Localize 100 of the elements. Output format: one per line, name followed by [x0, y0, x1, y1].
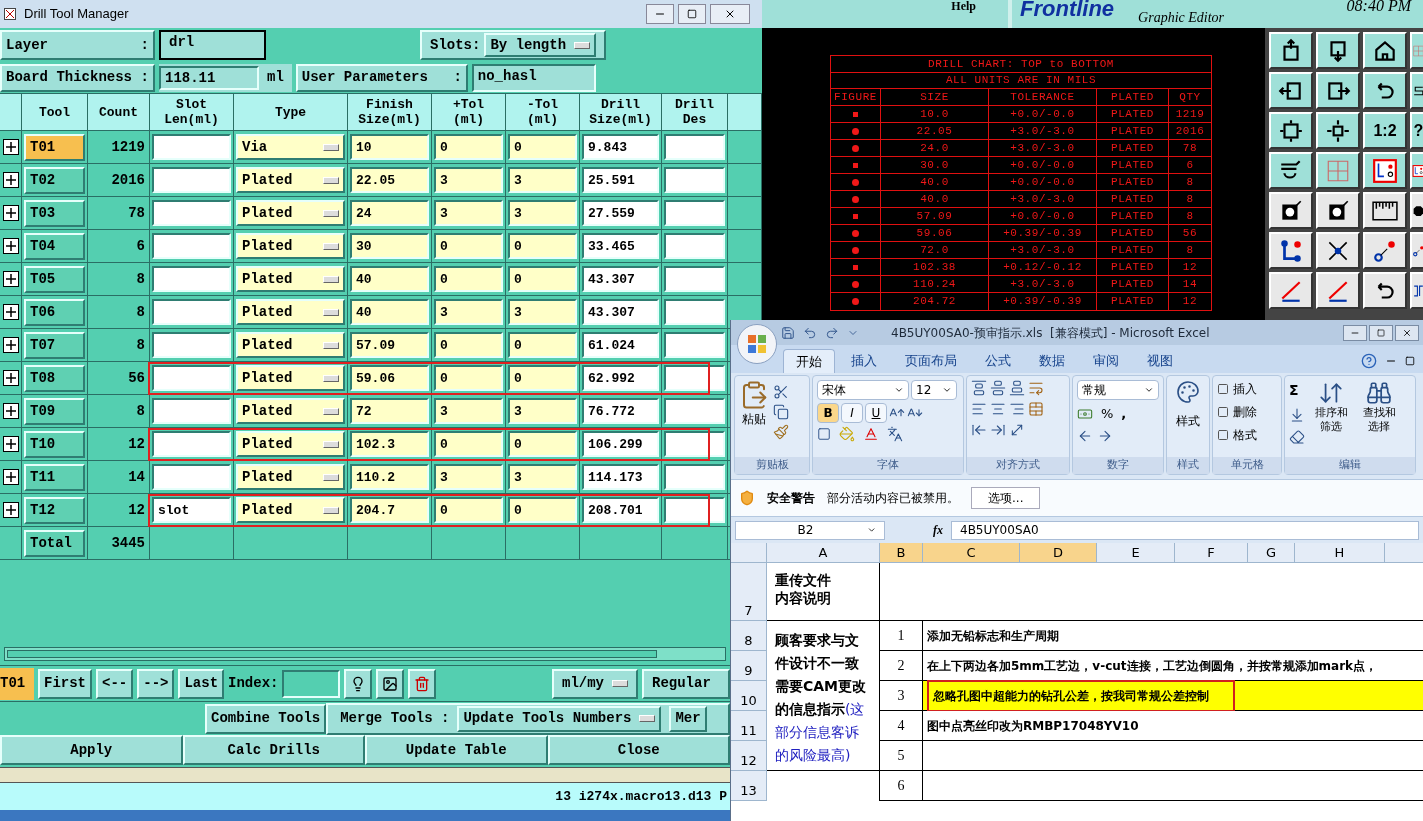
tool-button[interactable]: T06: [24, 298, 85, 326]
percent-button[interactable]: %: [1101, 404, 1114, 424]
comma-button[interactable]: ,: [1121, 404, 1127, 424]
toolbar-button[interactable]: [1269, 152, 1313, 189]
action-button[interactable]: Apply: [0, 735, 183, 765]
toolbar-button[interactable]: [1410, 72, 1423, 109]
expand-icon[interactable]: [2, 271, 19, 287]
slot-length-field[interactable]: [152, 167, 231, 193]
slot-length-field[interactable]: [152, 332, 231, 358]
find-select-button[interactable]: 查找和选择: [1361, 406, 1397, 434]
phonetic-icon[interactable]: [887, 426, 903, 442]
drill-description-field[interactable]: [664, 398, 725, 424]
slot-length-field[interactable]: [152, 464, 231, 490]
row-header[interactable]: 12: [731, 741, 767, 771]
styles-button[interactable]: 样式: [1176, 412, 1200, 430]
toolbar-button[interactable]: [1316, 72, 1360, 109]
tool-button[interactable]: T09: [24, 397, 85, 425]
finish-size-field[interactable]: 72: [350, 398, 429, 424]
toolbar-button[interactable]: [1269, 32, 1313, 69]
drill-description-field[interactable]: [664, 299, 725, 325]
action-button[interactable]: Close: [547, 735, 730, 765]
sort-filter-icon[interactable]: [1318, 380, 1344, 406]
combine-tools-button[interactable]: Combine Tools: [205, 703, 327, 734]
column-header[interactable]: D: [1020, 543, 1097, 562]
finish-size-field[interactable]: 40: [350, 266, 429, 292]
minus-tolerance-field[interactable]: 0: [508, 365, 577, 391]
tool-button[interactable]: T02: [24, 166, 85, 194]
tool-button[interactable]: T05: [24, 265, 85, 293]
toolbar-button[interactable]: [1316, 232, 1360, 269]
sort-filter-button[interactable]: 排序和筛选: [1313, 406, 1349, 434]
drill-size-field[interactable]: 9.843: [582, 134, 659, 160]
lightbulb-button[interactable]: [344, 668, 373, 699]
tool-button[interactable]: T04: [24, 232, 85, 260]
type-dropdown[interactable]: Plated: [236, 233, 345, 259]
layer-field[interactable]: drl: [159, 30, 266, 60]
delete-button[interactable]: [408, 668, 437, 699]
column-header[interactable]: E: [1097, 543, 1175, 562]
toolbar-button[interactable]: 1:2: [1363, 112, 1407, 149]
type-dropdown[interactable]: Via: [236, 134, 345, 160]
slot-length-field[interactable]: [152, 365, 231, 391]
column-header[interactable]: F: [1175, 543, 1248, 562]
plus-tolerance-field[interactable]: 3: [434, 398, 503, 424]
square-icon[interactable]: [687, 9, 697, 19]
type-dropdown[interactable]: Plated: [236, 365, 345, 391]
align-middle-icon[interactable]: [990, 380, 1006, 396]
align-left-icon[interactable]: [971, 401, 987, 417]
minus-tolerance-field[interactable]: 3: [508, 200, 577, 226]
maximize-button[interactable]: [678, 4, 706, 24]
expand-icon[interactable]: [2, 337, 19, 353]
slot-length-field[interactable]: slot: [152, 497, 231, 523]
ribbon-tab[interactable]: 开始: [783, 349, 835, 373]
plus-tolerance-field[interactable]: 3: [434, 167, 503, 193]
type-dropdown[interactable]: Plated: [236, 497, 345, 523]
toolbar-button[interactable]: ?: [1410, 112, 1423, 149]
slot-length-field[interactable]: [152, 266, 231, 292]
type-dropdown[interactable]: Plated: [236, 299, 345, 325]
minus-tolerance-field[interactable]: 3: [508, 167, 577, 193]
expand-icon[interactable]: [2, 304, 19, 320]
user-parameters-field[interactable]: no_hasl: [471, 63, 596, 92]
row-header[interactable]: 11: [731, 711, 767, 741]
expand-icon[interactable]: [2, 370, 19, 386]
drill-size-field[interactable]: 114.173: [582, 464, 659, 490]
align-bottom-icon[interactable]: [1009, 380, 1025, 396]
board-thickness-field[interactable]: 118.11: [159, 65, 259, 90]
cells-button[interactable]: 删除: [1233, 403, 1257, 421]
type-dropdown[interactable]: Plated: [236, 167, 345, 193]
ribbon-tab[interactable]: 页面布局: [893, 349, 969, 373]
styles-icon[interactable]: [1176, 380, 1200, 404]
font-size-field[interactable]: 12: [911, 380, 957, 400]
drill-description-field[interactable]: [664, 365, 725, 391]
office-button[interactable]: [737, 324, 777, 364]
tool-button[interactable]: T01: [24, 133, 85, 161]
paste-button[interactable]: 粘贴: [742, 410, 766, 428]
plus-tolerance-field[interactable]: 3: [434, 200, 503, 226]
plus-tolerance-field[interactable]: 0: [434, 266, 503, 292]
type-dropdown[interactable]: Plated: [236, 200, 345, 226]
toolbar-button[interactable]: [1363, 232, 1407, 269]
expand-icon[interactable]: [2, 436, 19, 452]
border-icon[interactable]: [817, 427, 831, 441]
minus-tolerance-field[interactable]: 0: [508, 497, 577, 523]
expand-icon[interactable]: [2, 238, 19, 254]
finish-size-field[interactable]: 30: [350, 233, 429, 259]
restore-icon[interactable]: [1405, 356, 1415, 366]
drill-size-field[interactable]: 76.772: [582, 398, 659, 424]
toolbar-button[interactable]: [1363, 32, 1407, 69]
ribbon-tab[interactable]: 数据: [1027, 349, 1077, 373]
expand-icon[interactable]: [2, 403, 19, 419]
slots-dropdown[interactable]: By length: [484, 33, 597, 57]
minus-tolerance-field[interactable]: 3: [508, 464, 577, 490]
drill-size-field[interactable]: 27.559: [582, 200, 659, 226]
redo-icon[interactable]: [825, 325, 839, 340]
toolbar-button[interactable]: [1410, 32, 1423, 69]
row-header[interactable]: 13: [731, 771, 767, 801]
type-dropdown[interactable]: Plated: [236, 398, 345, 424]
row-header[interactable]: 9: [731, 651, 767, 681]
close-icon[interactable]: [724, 8, 736, 20]
toolbar-button[interactable]: [1410, 152, 1423, 189]
finish-size-field[interactable]: 10: [350, 134, 429, 160]
plus-tolerance-field[interactable]: 3: [434, 464, 503, 490]
drill-description-field[interactable]: [664, 332, 725, 358]
